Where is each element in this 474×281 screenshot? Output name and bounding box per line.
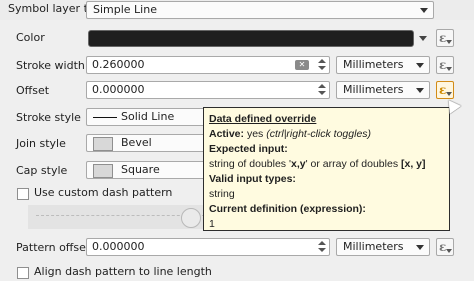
pattern-offset-label: Pattern offset — [16, 241, 91, 254]
dash-pattern-button[interactable] — [181, 208, 201, 228]
square-cap-icon — [93, 164, 113, 178]
stroke-width-unit-select[interactable]: Millimeters — [336, 56, 430, 74]
data-defined-override-tooltip: Data defined override Active: yes (ctrl|… — [203, 107, 450, 231]
offset-unit-select[interactable]: Millimeters — [336, 81, 430, 99]
offset-label: Offset — [16, 84, 50, 97]
stroke-style-value: Solid Line — [121, 110, 175, 123]
bevel-join-icon — [93, 137, 113, 151]
chevron-down-icon — [446, 92, 452, 96]
pattern-offset-input[interactable]: 0.000000 — [86, 238, 330, 256]
chevron-down-icon — [416, 88, 424, 93]
pattern-offset-data-defined-button[interactable]: ε — [436, 238, 454, 256]
stroke-width-unit-value: Millimeters — [343, 58, 404, 71]
tooltip-expected-label: Expected input: — [209, 143, 288, 155]
stroke-style-select[interactable]: Solid Line — [86, 108, 206, 126]
color-dropdown-arrow-icon[interactable] — [419, 36, 427, 41]
tooltip-expected-bold-2: [x, y] — [400, 158, 426, 170]
tooltip-active-hint: (ctrl|right-click toggles) — [266, 128, 372, 140]
stroke-width-label: Stroke width — [16, 59, 85, 72]
symbol-layer-type-select[interactable]: Simple Line — [86, 1, 434, 19]
solid-line-icon — [93, 117, 117, 118]
tooltip-expected-text-1: string of doubles ' — [209, 158, 291, 170]
clear-icon[interactable]: ✕ — [295, 60, 309, 70]
stroke-width-spinner[interactable] — [317, 58, 327, 72]
custom-dash-label: Use custom dash pattern — [34, 186, 173, 199]
align-dash-label: Align dash pattern to line length — [34, 265, 212, 278]
chevron-down-icon — [446, 67, 452, 71]
join-style-label: Join style — [16, 137, 66, 150]
offset-input[interactable]: 0.000000 — [86, 81, 330, 99]
cap-style-select[interactable]: Square — [86, 161, 206, 179]
tooltip-valid-value: string — [209, 188, 235, 200]
chevron-down-icon — [416, 245, 424, 250]
offset-spinner[interactable] — [317, 83, 327, 97]
chevron-down-icon — [420, 8, 428, 13]
chevron-down-icon — [446, 40, 452, 44]
tooltip-expected-bold-1: x,y — [290, 158, 306, 170]
tooltip-active-label: Active: — [209, 128, 245, 140]
tooltip-expected-text-2: ' or array of doubles — [305, 158, 401, 170]
cap-style-value: Square — [121, 163, 160, 176]
stroke-width-data-defined-button[interactable]: ε — [436, 56, 454, 74]
chevron-down-icon — [446, 249, 452, 253]
align-dash-checkbox[interactable] — [17, 267, 29, 279]
symbol-layer-type-row: Symbol layer type Simple Line — [0, 0, 474, 20]
stroke-style-label: Stroke style — [16, 111, 81, 124]
join-style-value: Bevel — [121, 136, 152, 149]
tooltip-title: Data defined override — [209, 113, 317, 125]
symbol-layer-type-value: Simple Line — [93, 3, 157, 16]
offset-data-defined-button[interactable]: ε — [436, 81, 454, 99]
pattern-offset-unit-select[interactable]: Millimeters — [336, 238, 430, 256]
tooltip-current-label: Current definition (expression): — [209, 203, 366, 215]
chevron-down-icon — [416, 63, 424, 68]
color-label: Color — [16, 31, 45, 44]
cap-style-label: Cap style — [16, 164, 68, 177]
color-data-defined-button[interactable]: ε — [436, 29, 454, 47]
pattern-offset-value: 0.000000 — [92, 240, 145, 253]
tooltip-active-value: yes — [246, 128, 264, 140]
pattern-offset-unit-value: Millimeters — [343, 240, 404, 253]
tooltip-active-row: Active: yes (ctrl|right-click toggles) — [209, 127, 444, 142]
stroke-width-value: 0.260000 — [92, 58, 145, 71]
stroke-width-input[interactable]: 0.260000 ✕ — [86, 56, 330, 74]
tooltip-current-value: 1 — [209, 218, 215, 230]
color-button[interactable] — [88, 30, 414, 47]
tooltip-valid-label: Valid input types: — [209, 173, 296, 185]
custom-dash-checkbox[interactable] — [17, 188, 29, 200]
pattern-offset-spinner[interactable] — [317, 240, 327, 254]
offset-unit-value: Millimeters — [343, 83, 404, 96]
join-style-select[interactable]: Bevel — [86, 134, 206, 152]
tooltip-expected-text: string of doubles 'x,y' or array of doub… — [209, 157, 444, 172]
offset-value: 0.000000 — [92, 83, 145, 96]
